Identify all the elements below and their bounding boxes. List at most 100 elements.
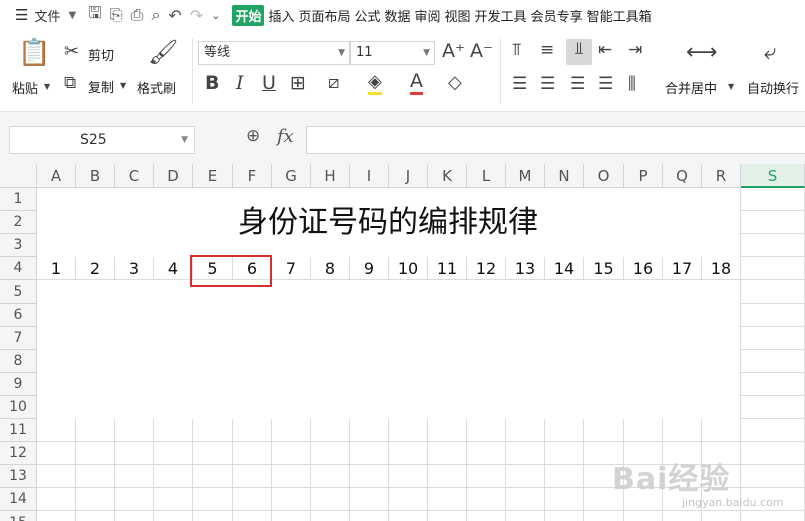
grid-cell[interactable] <box>389 350 428 373</box>
grid-cell[interactable] <box>350 327 389 350</box>
grid-cell[interactable] <box>154 488 193 511</box>
borders-icon[interactable]: ⊞ <box>290 72 306 94</box>
decrease-indent-icon[interactable]: ⇤ <box>598 40 612 60</box>
grid-cell[interactable] <box>154 280 193 304</box>
grid-cell[interactable] <box>584 373 624 396</box>
column-header[interactable]: L <box>467 164 506 188</box>
clear-format-icon[interactable]: ◇ <box>448 72 462 93</box>
tab-view[interactable]: 视图 <box>445 6 471 25</box>
column-header[interactable]: A <box>37 164 76 188</box>
row-header[interactable]: 7 <box>0 327 37 350</box>
grid-cell[interactable] <box>272 396 311 419</box>
select-all-corner[interactable] <box>0 164 37 188</box>
grid-cell[interactable] <box>76 419 115 442</box>
grid-cell[interactable] <box>467 327 506 350</box>
tab-review[interactable]: 审阅 <box>415 6 441 25</box>
grid-cell[interactable] <box>37 280 76 304</box>
row-header[interactable]: 3 <box>0 234 37 257</box>
grid-cell[interactable] <box>37 350 76 373</box>
grid-cell[interactable] <box>428 419 467 442</box>
font-name-select[interactable]: 等线 ▼ <box>198 41 350 65</box>
grid-cell[interactable] <box>193 442 233 465</box>
grid-cell[interactable] <box>37 419 76 442</box>
column-header[interactable]: P <box>624 164 663 188</box>
column-header[interactable]: M <box>506 164 545 188</box>
sheet-title[interactable]: 身份证号码的编排规律 <box>38 197 738 242</box>
grid-cell[interactable] <box>624 280 663 304</box>
grid-cell[interactable] <box>624 327 663 350</box>
row-header[interactable]: 12 <box>0 442 37 465</box>
column-header[interactable]: H <box>311 164 350 188</box>
grid-cell[interactable] <box>193 511 233 521</box>
tab-formulas[interactable]: 公式 <box>354 6 380 25</box>
row-header[interactable]: 6 <box>0 304 37 327</box>
grid-cell[interactable] <box>115 465 154 488</box>
italic-icon[interactable]: I <box>236 72 244 94</box>
grid-cell[interactable] <box>115 304 154 327</box>
underline-icon[interactable]: U <box>262 72 276 94</box>
increase-indent-icon[interactable]: ⇥ <box>628 40 642 60</box>
column-header[interactable]: S <box>741 164 805 188</box>
column-header[interactable]: G <box>272 164 311 188</box>
grid-cell[interactable] <box>389 419 428 442</box>
grid-cell[interactable] <box>193 373 233 396</box>
grid-cell[interactable] <box>467 350 506 373</box>
grid-cell[interactable] <box>467 280 506 304</box>
grid-cell[interactable] <box>350 350 389 373</box>
grid-cell[interactable] <box>428 442 467 465</box>
bold-icon[interactable]: B <box>205 72 219 94</box>
grid-cell[interactable] <box>741 350 805 373</box>
justify-icon[interactable]: ☰ <box>598 74 613 94</box>
decrease-font-size-icon[interactable]: A⁻ <box>470 40 493 62</box>
tab-insert[interactable]: 插入 <box>268 6 294 25</box>
grid-cell[interactable] <box>467 488 506 511</box>
grid-cell[interactable] <box>193 327 233 350</box>
grid-cell[interactable] <box>350 396 389 419</box>
grid-cell[interactable] <box>154 304 193 327</box>
undo-icon[interactable]: ↶ <box>168 6 181 25</box>
grid-cell[interactable] <box>389 327 428 350</box>
grid-cell[interactable] <box>272 488 311 511</box>
grid-cell[interactable]: 16 <box>624 257 663 280</box>
grid-cell[interactable] <box>311 396 350 419</box>
grid-cell[interactable] <box>545 419 584 442</box>
grid-cell[interactable] <box>154 350 193 373</box>
grid-cell[interactable] <box>506 511 545 521</box>
grid-cell[interactable] <box>37 304 76 327</box>
grid-cell[interactable] <box>428 396 467 419</box>
grid-cell[interactable] <box>115 373 154 396</box>
grid-cell[interactable] <box>741 304 805 327</box>
cut-button[interactable]: 剪切 <box>88 45 114 64</box>
align-right-icon[interactable]: ☰ <box>570 74 585 94</box>
grid-cell[interactable] <box>76 396 115 419</box>
grid-cell[interactable] <box>741 257 805 280</box>
merge-center-icon[interactable]: ⟷ <box>686 40 718 65</box>
zoom-icon[interactable]: ⊕ <box>246 126 260 146</box>
grid-cell[interactable] <box>741 211 805 234</box>
grid-cell[interactable]: 12 <box>467 257 506 280</box>
cut-icon[interactable]: ✂ <box>64 41 79 62</box>
grid-cell[interactable] <box>624 304 663 327</box>
grid-cell[interactable] <box>37 327 76 350</box>
grid-cell[interactable] <box>506 396 545 419</box>
grid-cell[interactable]: 14 <box>545 257 584 280</box>
redo-icon[interactable]: ↷ <box>190 6 203 25</box>
column-header[interactable]: F <box>233 164 272 188</box>
align-center-icon[interactable]: ☰ <box>540 74 555 94</box>
grid-cell[interactable] <box>741 234 805 257</box>
grid-cell[interactable] <box>584 396 624 419</box>
grid-cell[interactable] <box>272 304 311 327</box>
grid-cell[interactable] <box>233 373 272 396</box>
grid-cell[interactable] <box>428 327 467 350</box>
font-size-select[interactable]: 11 ▼ <box>350 41 435 65</box>
grid-cell[interactable] <box>154 465 193 488</box>
grid-cell[interactable] <box>37 396 76 419</box>
grid-cell[interactable] <box>584 280 624 304</box>
grid-cell[interactable] <box>467 442 506 465</box>
grid-cell[interactable]: 7 <box>272 257 311 280</box>
grid-cell[interactable] <box>545 488 584 511</box>
name-box[interactable]: S25 ▼ <box>9 126 195 154</box>
row-header[interactable]: 9 <box>0 373 37 396</box>
grid-cell[interactable] <box>193 465 233 488</box>
grid-cell[interactable] <box>428 373 467 396</box>
